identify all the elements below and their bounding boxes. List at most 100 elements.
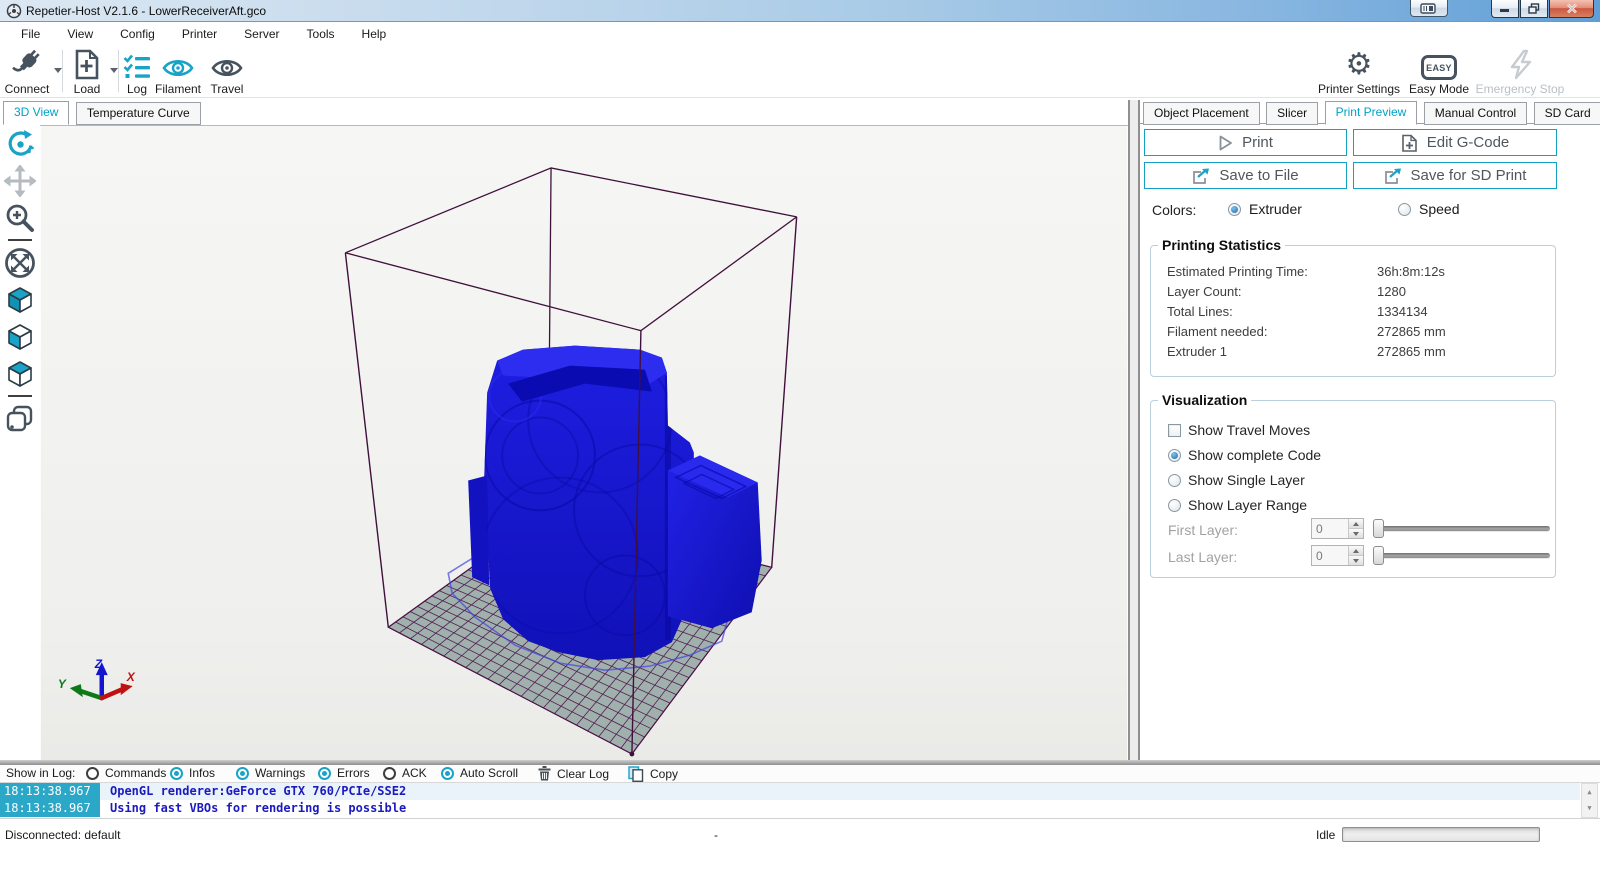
tab-3d-view[interactable]: 3D View xyxy=(3,101,70,125)
clear-log-button[interactable]: Clear Log xyxy=(538,766,609,781)
spinner-down-icon[interactable] xyxy=(1349,555,1363,565)
tab-object-placement[interactable]: Object Placement xyxy=(1143,102,1260,125)
extruder-radio[interactable] xyxy=(1228,202,1241,216)
top-view-button[interactable] xyxy=(0,355,40,392)
save-to-file-button[interactable]: Save to File xyxy=(1144,162,1347,189)
errors-toggle-icon[interactable] xyxy=(318,766,331,780)
stat-value: 1280 xyxy=(1377,284,1406,299)
ack-toggle-icon[interactable] xyxy=(383,766,396,780)
menu-printer[interactable]: Printer xyxy=(169,24,231,44)
log-toggle-warnings[interactable]: Warnings xyxy=(236,766,305,780)
commands-toggle-icon[interactable] xyxy=(86,766,99,780)
gear-icon: ⚙ xyxy=(1345,47,1373,82)
minimize-button[interactable] xyxy=(1491,0,1519,18)
log-toggle-ack[interactable]: ACK xyxy=(383,766,427,780)
scroll-down-icon[interactable]: ▼ xyxy=(1582,800,1597,816)
warnings-toggle-icon[interactable] xyxy=(236,766,249,780)
connect-button[interactable]: Connect xyxy=(2,48,52,96)
show-filament-button[interactable]: Filament xyxy=(152,48,204,96)
show-layer-range-radio[interactable] xyxy=(1168,498,1181,512)
tab-sd-card[interactable]: SD Card xyxy=(1533,102,1600,125)
show-travel-moves-checkbox[interactable] xyxy=(1168,423,1181,437)
slider-track[interactable] xyxy=(1381,526,1550,531)
scroll-up-icon[interactable]: ▲ xyxy=(1582,784,1597,800)
spinner-buttons[interactable] xyxy=(1348,519,1363,538)
stat-label: Layer Count: xyxy=(1167,284,1242,299)
print-button[interactable]: Print xyxy=(1144,129,1347,156)
errors-toggle-label: Errors xyxy=(337,766,370,780)
spinner-buttons[interactable] xyxy=(1348,546,1363,565)
printing-statistics-group: Printing Statistics Estimated Printing T… xyxy=(1150,237,1556,377)
colors-extruder-option[interactable]: Extruder xyxy=(1228,201,1302,217)
spinner-down-icon[interactable] xyxy=(1349,528,1363,538)
log-toggle-errors[interactable]: Errors xyxy=(318,766,370,780)
commands-toggle-label: Commands xyxy=(105,766,167,780)
slider-thumb[interactable] xyxy=(1373,519,1384,538)
show-single-layer-radio[interactable] xyxy=(1168,473,1181,487)
connect-plug-icon xyxy=(10,48,44,80)
cube-front-icon xyxy=(8,323,32,350)
fit-view-button[interactable] xyxy=(0,244,40,281)
log-scrollbar[interactable]: ▲ ▼ xyxy=(1581,783,1598,818)
menu-help[interactable]: Help xyxy=(349,24,401,44)
menu-tools[interactable]: Tools xyxy=(294,24,349,44)
save-for-sd-button[interactable]: Save for SD Print xyxy=(1353,162,1557,189)
show-layer-range-option[interactable]: Show Layer Range xyxy=(1168,497,1307,513)
tab-print-preview[interactable]: Print Preview xyxy=(1324,101,1418,125)
menu-view[interactable]: View xyxy=(54,24,107,44)
autoscroll-toggle-icon[interactable] xyxy=(441,766,454,780)
printer-settings-button[interactable]: ⚙ Printer Settings xyxy=(1313,47,1405,97)
restore-button[interactable] xyxy=(1520,0,1548,18)
copy-button[interactable]: Copy xyxy=(628,766,678,782)
show-travel-moves-option[interactable]: Show Travel Moves xyxy=(1168,422,1310,438)
isometric-view-button[interactable] xyxy=(0,281,40,318)
spinner-up-icon[interactable] xyxy=(1349,546,1363,555)
show-complete-code-radio[interactable] xyxy=(1168,448,1181,462)
zoom-view-button[interactable] xyxy=(0,199,40,236)
load-dropdown-arrow[interactable] xyxy=(110,68,118,73)
last-layer-slider[interactable] xyxy=(1373,545,1550,566)
tab-slicer[interactable]: Slicer xyxy=(1266,102,1319,125)
toggle-log-button[interactable]: Log xyxy=(120,48,154,96)
first-layer-spinner[interactable]: 0 xyxy=(1311,518,1364,539)
speed-radio[interactable] xyxy=(1398,202,1411,216)
load-button[interactable]: Load xyxy=(66,48,108,96)
slider-track[interactable] xyxy=(1381,553,1550,558)
titlebar-layout-button[interactable] xyxy=(1410,0,1448,17)
infos-toggle-icon[interactable] xyxy=(170,766,183,780)
show-travel-moves-label: Show Travel Moves xyxy=(1188,422,1311,438)
move-icon xyxy=(4,164,36,197)
log-toggle-commands[interactable]: Commands xyxy=(86,766,166,780)
axis-y-label: Y xyxy=(58,677,67,691)
show-single-layer-option[interactable]: Show Single Layer xyxy=(1168,472,1305,488)
tab-manual-control[interactable]: Manual Control xyxy=(1423,102,1528,125)
restore-icon xyxy=(1528,3,1540,14)
last-layer-spinner[interactable]: 0 xyxy=(1311,545,1364,566)
viewport-3d-scene[interactable]: Z Y X xyxy=(40,125,1128,760)
colors-speed-option[interactable]: Speed xyxy=(1398,201,1459,217)
close-button[interactable] xyxy=(1549,0,1594,18)
menu-server[interactable]: Server xyxy=(231,24,293,44)
show-travel-button[interactable]: Travel xyxy=(206,48,248,96)
rotate-view-button[interactable] xyxy=(0,125,40,162)
log-toggle-infos[interactable]: Infos xyxy=(170,766,215,780)
menu-file[interactable]: File xyxy=(8,24,54,44)
viewport-tabs: 3D View Temperature Curve xyxy=(3,101,203,125)
tab-temperature-curve[interactable]: Temperature Curve xyxy=(75,102,201,125)
menu-config[interactable]: Config xyxy=(107,24,169,44)
toggle-view-mode-button[interactable] xyxy=(0,400,40,437)
connect-dropdown-arrow[interactable] xyxy=(54,68,62,73)
log-output[interactable]: 18:13:38.967 OpenGL renderer:GeForce GTX… xyxy=(0,782,1600,818)
front-view-button[interactable] xyxy=(0,318,40,355)
lightning-icon xyxy=(1507,48,1533,80)
edit-gcode-button[interactable]: Edit G-Code xyxy=(1353,129,1557,156)
log-toggle-autoscroll[interactable]: Auto Scroll xyxy=(441,766,518,780)
show-complete-code-option[interactable]: Show complete Code xyxy=(1168,447,1321,463)
first-layer-slider[interactable] xyxy=(1373,518,1550,539)
clear-log-label: Clear Log xyxy=(557,766,610,781)
easy-mode-button[interactable]: EASY Easy Mode xyxy=(1409,48,1469,96)
panel-splitter[interactable] xyxy=(1128,100,1140,760)
move-view-button[interactable] xyxy=(0,162,40,199)
slider-thumb[interactable] xyxy=(1373,546,1384,565)
spinner-up-icon[interactable] xyxy=(1349,519,1363,528)
